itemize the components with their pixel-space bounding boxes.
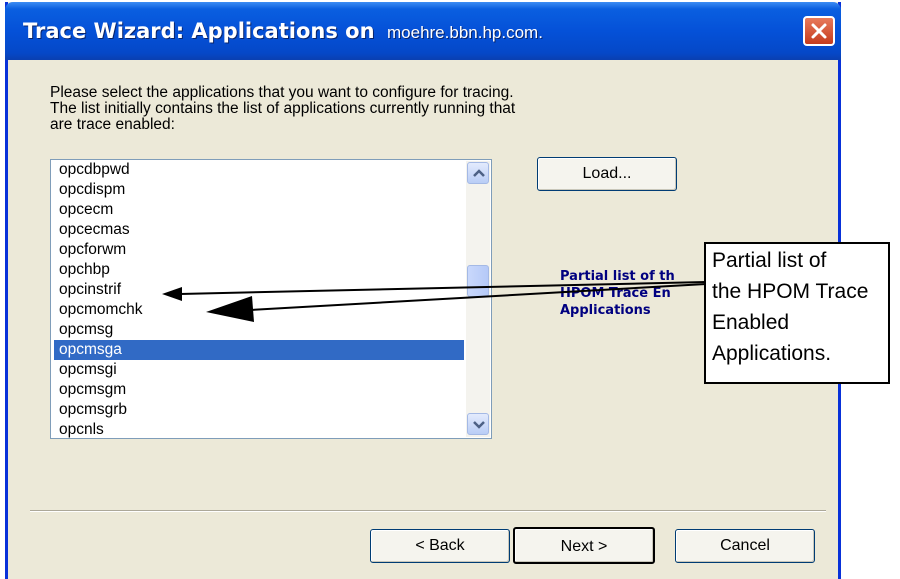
next-button[interactable]: Next > xyxy=(513,527,655,564)
callout-line: Enabled xyxy=(712,311,790,334)
button-divider xyxy=(30,510,826,512)
callout-arrowhead xyxy=(206,296,254,322)
callout-line: Partial list of xyxy=(712,249,827,272)
callout-line: Applications. xyxy=(712,342,832,365)
callout-box: Partial list of the HPOM Trace Enabled A… xyxy=(704,242,890,384)
callout-line: the HPOM Trace xyxy=(712,280,869,303)
callout-arrowhead xyxy=(162,287,182,301)
cancel-button[interactable]: Cancel xyxy=(675,529,815,563)
back-button[interactable]: < Back xyxy=(370,529,510,563)
